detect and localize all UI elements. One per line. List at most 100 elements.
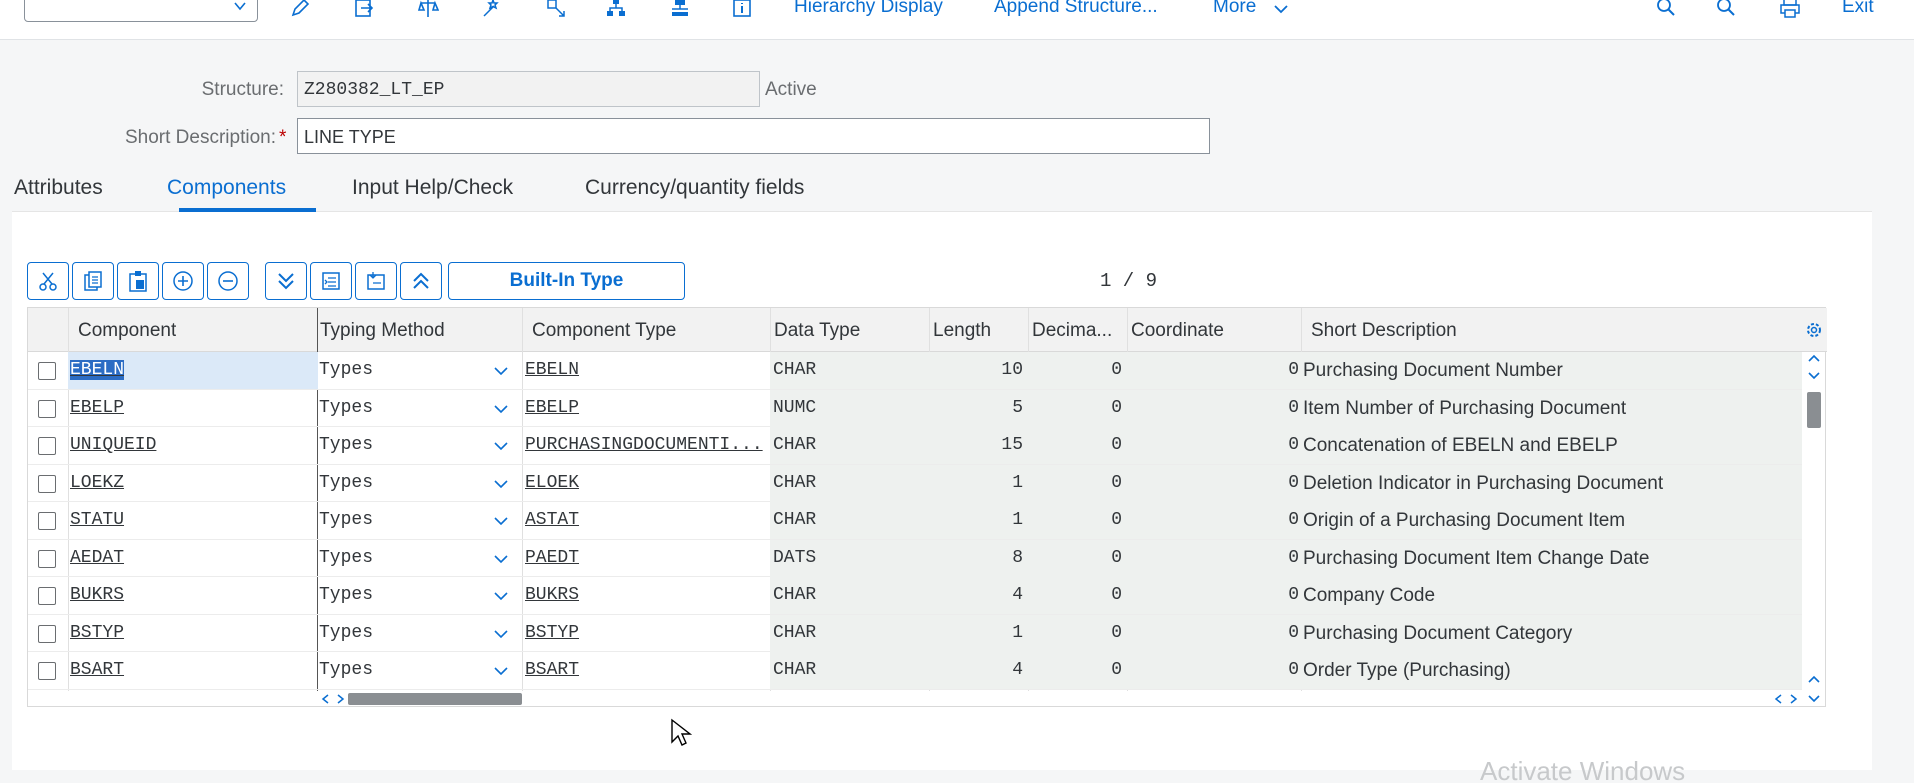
short-description-field[interactable]: LINE TYPE <box>297 118 1210 154</box>
component-type-link[interactable]: ELOEK <box>525 473 765 493</box>
row-select-checkbox[interactable] <box>38 362 56 380</box>
component-type-link[interactable]: ASTAT <box>525 510 765 530</box>
component-type-link[interactable]: BSTYP <box>525 623 765 643</box>
typing-method-select[interactable]: Types <box>319 473 489 493</box>
chevron-down-icon[interactable] <box>493 477 509 491</box>
horizontal-scroll-thumb[interactable] <box>348 693 522 705</box>
typing-method-select[interactable]: Types <box>319 548 489 568</box>
display-change-icon[interactable] <box>350 0 378 20</box>
chevron-down-icon[interactable] <box>493 664 509 678</box>
row-select-checkbox[interactable] <box>38 474 56 493</box>
activate-icon[interactable] <box>478 0 506 20</box>
object-list-icon[interactable] <box>666 0 694 20</box>
typing-method-select[interactable]: Types <box>319 660 489 680</box>
edit-icon[interactable] <box>286 0 314 20</box>
tab-currency-quantity-fields[interactable]: Currency/quantity fields <box>585 176 804 200</box>
chevron-down-icon[interactable] <box>493 364 509 378</box>
insert-row-button[interactable] <box>162 262 204 300</box>
collapse-all-button[interactable] <box>400 262 442 300</box>
typing-method-select[interactable]: Types <box>319 398 489 418</box>
scroll-left-right-icon[interactable] <box>320 693 346 705</box>
table-row[interactable]: BUKRS Types BUKRS CHAR 4 0 0 Company Cod… <box>28 577 1802 615</box>
chevron-down-icon[interactable] <box>493 402 509 416</box>
chevron-down-icon[interactable] <box>493 552 509 566</box>
component-name[interactable]: UNIQUEID <box>70 435 310 455</box>
table-row[interactable]: BSART Types BSART CHAR 4 0 0 Order Type … <box>28 652 1802 690</box>
column-header-coordinate[interactable]: Coordinate <box>1131 320 1224 342</box>
component-type-link[interactable]: PURCHASINGDOCUMENTI... <box>525 435 765 455</box>
exit-button[interactable]: Exit <box>1842 0 1874 18</box>
where-used-icon[interactable] <box>542 0 570 20</box>
component-name[interactable]: AEDAT <box>70 548 310 568</box>
hierarchy-display-link[interactable]: Hierarchy Display <box>794 0 943 18</box>
scroll-up-down-icon[interactable] <box>1807 673 1821 705</box>
vertical-scrollbar[interactable] <box>1804 352 1824 672</box>
column-header-data-type[interactable]: Data Type <box>774 320 860 342</box>
more-menu[interactable]: More <box>1213 0 1256 18</box>
row-select-checkbox[interactable] <box>38 399 56 418</box>
expand-all-button[interactable] <box>265 262 307 300</box>
table-row[interactable]: AEDAT Types PAEDT DATS 8 0 0 Purchasing … <box>28 539 1802 577</box>
component-name[interactable]: BSART <box>70 660 310 680</box>
table-row[interactable]: STATU Types ASTAT CHAR 1 0 0 Origin of a… <box>28 502 1802 540</box>
row-select-checkbox[interactable] <box>38 624 56 643</box>
typing-method-select[interactable]: Types <box>319 360 489 380</box>
row-select-checkbox[interactable] <box>38 512 56 530</box>
column-header-short-description[interactable]: Short Description <box>1311 320 1457 342</box>
insert-include-button[interactable] <box>310 262 352 300</box>
column-header-typing-method[interactable]: Typing Method <box>320 320 445 342</box>
tab-components[interactable]: Components <box>167 176 286 200</box>
component-type-link[interactable]: BSART <box>525 660 765 680</box>
component-type-link[interactable]: EBELP <box>525 398 765 418</box>
column-header-length[interactable]: Length <box>933 320 991 342</box>
check-icon[interactable] <box>414 0 442 20</box>
typing-method-select[interactable]: Types <box>319 435 489 455</box>
copy-button[interactable] <box>72 262 114 300</box>
tab-input-help-check[interactable]: Input Help/Check <box>352 176 513 200</box>
scroll-up-down-icon[interactable] <box>1807 352 1821 382</box>
cut-button[interactable] <box>27 262 69 300</box>
row-select-checkbox[interactable] <box>38 587 56 605</box>
info-icon[interactable] <box>728 0 756 20</box>
component-name[interactable]: BUKRS <box>70 585 310 605</box>
typing-method-select[interactable]: Types <box>319 510 489 530</box>
component-type-link[interactable]: EBELN <box>525 360 765 380</box>
table-row[interactable]: EBELN Types EBELN CHAR 10 0 0 Purchasing… <box>28 352 1802 390</box>
chevron-down-icon[interactable] <box>493 627 509 641</box>
typing-method-select[interactable]: Types <box>319 623 489 643</box>
command-field[interactable] <box>24 0 258 22</box>
paste-button[interactable] <box>117 262 159 300</box>
hierarchy-icon[interactable] <box>602 0 630 20</box>
column-header-component-type[interactable]: Component Type <box>532 320 676 342</box>
component-type-link[interactable]: PAEDT <box>525 548 765 568</box>
row-select-checkbox[interactable] <box>38 662 56 680</box>
typing-method-select[interactable]: Types <box>319 585 489 605</box>
component-name[interactable]: BSTYP <box>70 623 310 643</box>
column-header-component[interactable]: Component <box>78 320 176 342</box>
component-name[interactable]: EBELP <box>70 398 310 418</box>
print-icon[interactable] <box>1776 0 1804 20</box>
component-name[interactable]: STATU <box>70 510 310 530</box>
horizontal-scrollbar[interactable] <box>318 691 1804 707</box>
table-row[interactable]: EBELP Types EBELP NUMC 5 0 0 Item Number… <box>28 389 1802 427</box>
delete-row-button[interactable] <box>207 262 249 300</box>
gear-icon[interactable] <box>1804 320 1824 340</box>
column-header-decimals[interactable]: Decima... <box>1032 320 1127 342</box>
remove-include-button[interactable] <box>355 262 397 300</box>
chevron-down-icon[interactable] <box>493 589 509 603</box>
row-select-checkbox[interactable] <box>38 549 56 568</box>
component-name[interactable]: LOEKZ <box>70 473 310 493</box>
table-row[interactable]: LOEKZ Types ELOEK CHAR 1 0 0 Deletion In… <box>28 464 1802 502</box>
row-select-checkbox[interactable] <box>38 437 56 455</box>
search-icon[interactable] <box>1652 0 1680 20</box>
component-type-link[interactable]: BUKRS <box>525 585 765 605</box>
chevron-down-icon[interactable] <box>493 514 509 528</box>
search-next-icon[interactable] <box>1712 0 1740 20</box>
chevron-down-icon[interactable] <box>493 439 509 453</box>
tab-attributes[interactable]: Attributes <box>14 176 103 200</box>
table-row[interactable]: BSTYP Types BSTYP CHAR 1 0 0 Purchasing … <box>28 614 1802 652</box>
vertical-scroll-thumb[interactable] <box>1807 392 1821 428</box>
scroll-left-right-icon[interactable] <box>1773 693 1799 705</box>
built-in-type-button[interactable]: Built-In Type <box>448 262 685 300</box>
append-structure-link[interactable]: Append Structure... <box>994 0 1158 18</box>
